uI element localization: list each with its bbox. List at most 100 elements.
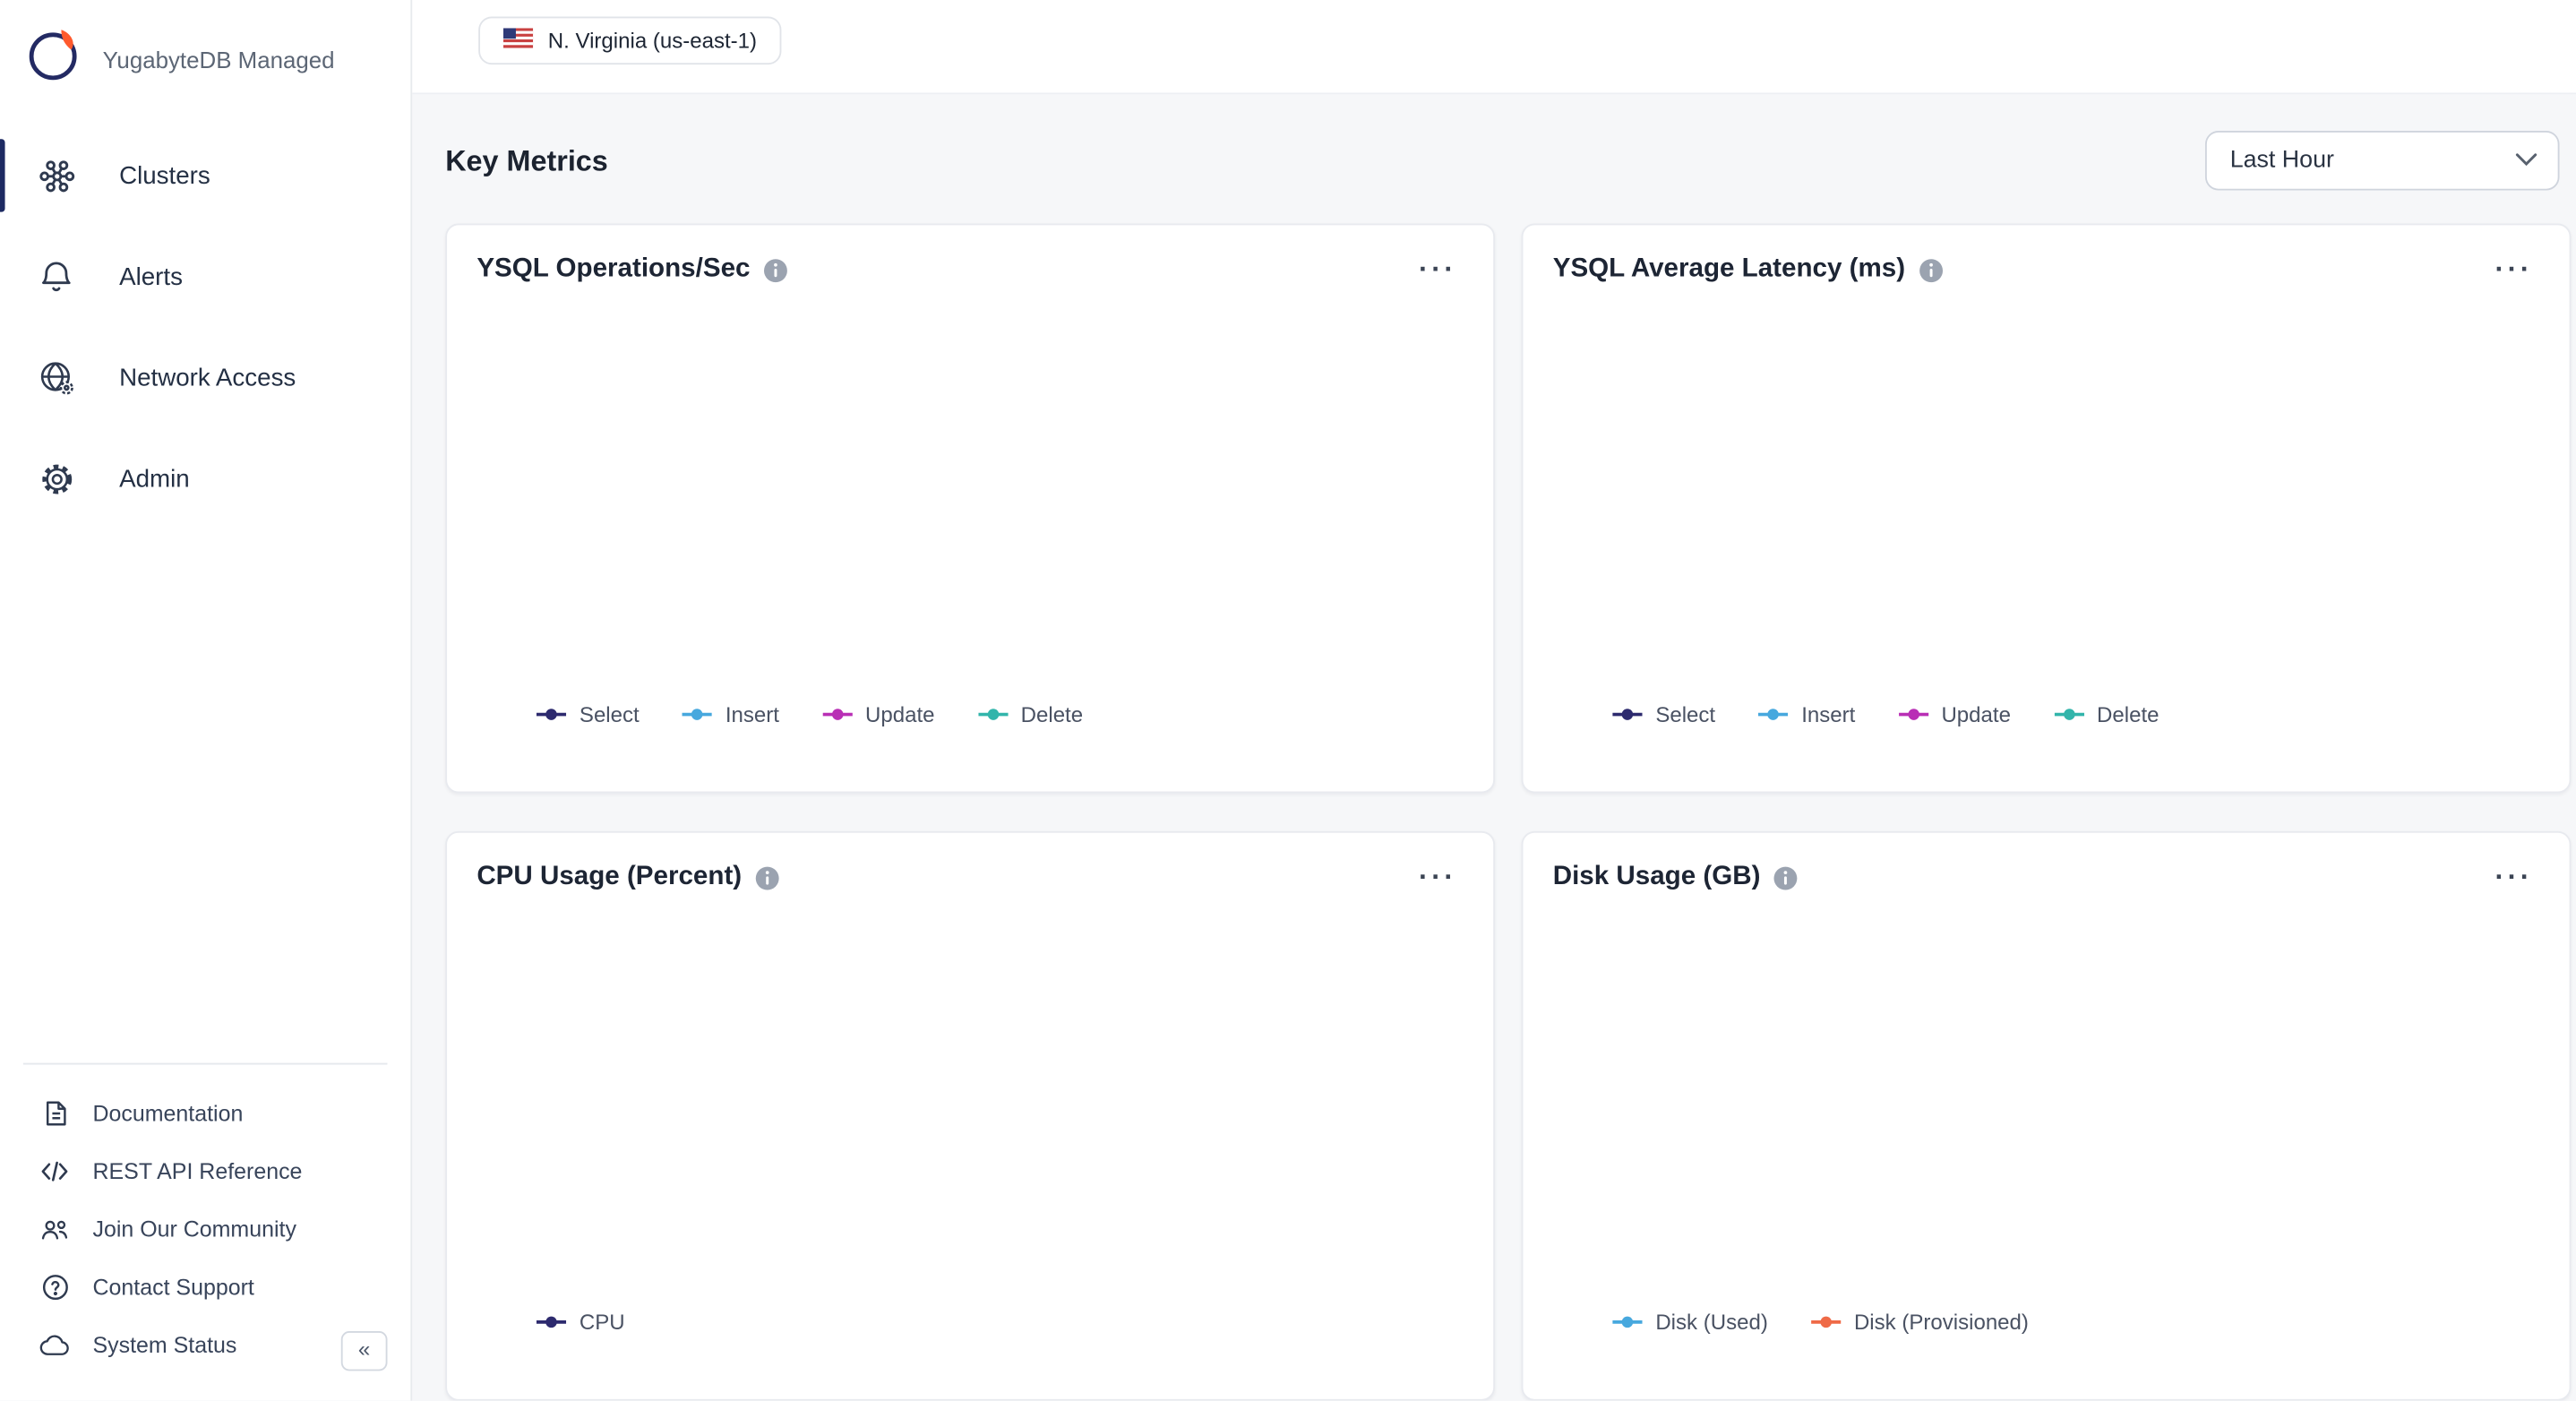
cloud-icon	[39, 1330, 69, 1360]
api-icon	[39, 1156, 69, 1186]
legend-marker-icon	[1898, 707, 1928, 722]
legend-label: Insert	[1801, 702, 1855, 727]
app-title: YugabyteDB Managed	[103, 46, 335, 73]
legend-item-select[interactable]: Select	[537, 702, 640, 727]
page-title: Key Metrics	[445, 143, 608, 178]
chevron-down-icon	[2515, 148, 2538, 175]
legend-item-disk-used[interactable]: Disk (Used)	[1612, 1310, 1768, 1335]
sidebar-collapse-button[interactable]: «	[341, 1331, 388, 1371]
footer-link-label: Documentation	[93, 1101, 244, 1126]
globe-gear-icon	[37, 357, 76, 397]
legend-item-delete[interactable]: Delete	[2054, 702, 2160, 727]
legend-item-delete[interactable]: Delete	[978, 702, 1084, 727]
content: Key Metrics Last Hour YSQL Operations/Se…	[412, 94, 2576, 1400]
metric-card-cpu-usage-percent: CPU Usage (Percent) 0123415:5416:0216:09…	[445, 831, 1495, 1401]
legend-marker-icon	[683, 707, 712, 722]
legend-item-cpu[interactable]: CPU	[537, 1310, 625, 1335]
footer-link-documentation[interactable]: Documentation	[0, 1085, 410, 1143]
legend-item-disk-provisioned[interactable]: Disk (Provisioned)	[1811, 1310, 2029, 1335]
sidebar-nav: Clusters Alerts Network Access Admin	[0, 129, 410, 533]
legend-marker-icon	[1758, 707, 1788, 722]
card-title: CPU Usage (Percent)	[477, 863, 742, 892]
legend-label: Insert	[726, 702, 779, 727]
footer-link-label: System Status	[93, 1333, 237, 1358]
chart-canvas	[477, 298, 1464, 683]
card-title: YSQL Operations/Sec	[477, 255, 750, 285]
card-menu-ellipsis-icon[interactable]: ···	[1413, 258, 1464, 281]
legend-item-select[interactable]: Select	[1612, 702, 1715, 727]
legend-marker-icon	[537, 1315, 566, 1330]
legend-label: Update	[865, 702, 934, 727]
footer-link-rest-api-reference[interactable]: REST API Reference	[0, 1142, 410, 1200]
legend-marker-icon	[1612, 707, 1642, 722]
metric-card-disk-usage-gb: Disk Usage (GB) 015030045060015:5416:021…	[1522, 831, 2572, 1401]
sidebar-item-label: Clusters	[119, 161, 210, 189]
chart-canvas	[477, 906, 1464, 1290]
sidebar-item-network-access[interactable]: Network Access	[0, 331, 410, 425]
card-header: YSQL Average Latency (ms) 0123415:5416:0…	[1553, 255, 2540, 285]
document-icon	[39, 1098, 69, 1128]
chart-legend: Select Insert Update Delete	[1553, 702, 2540, 727]
card-menu-ellipsis-icon[interactable]: ···	[1413, 866, 1464, 890]
info-icon[interactable]: 0123415:5416:0216:0916:1616:2416:3116:38…	[755, 865, 780, 890]
legend-label: Update	[1941, 702, 2010, 727]
app-logo[interactable]: YugabyteDB Managed	[0, 0, 410, 113]
chart-canvas	[1553, 906, 2540, 1290]
footer-link-label: Contact Support	[93, 1275, 254, 1300]
legend-marker-icon	[822, 707, 852, 722]
card-title: YSQL Average Latency (ms)	[1553, 255, 1905, 285]
info-icon[interactable]: 0123415:5416:0216:0916:1616:2416:3116:38…	[1919, 257, 1944, 282]
legend-item-update[interactable]: Update	[822, 702, 935, 727]
region-selector-chip[interactable]: N. Virginia (us-east-1)	[478, 16, 782, 64]
metric-cards-grid: YSQL Operations/Sec 030609012015:5416:02…	[445, 224, 2563, 1401]
card-menu-ellipsis-icon[interactable]: ···	[2488, 866, 2539, 890]
sidebar-item-label: Admin	[119, 464, 190, 492]
card-header: Disk Usage (GB) 015030045060015:5416:021…	[1553, 863, 2540, 892]
chart-legend: CPU	[477, 1310, 1464, 1335]
footer-link-join-our-community[interactable]: Join Our Community	[0, 1200, 410, 1259]
sidebar-item-alerts[interactable]: Alerts	[0, 230, 410, 323]
main-area: N. Virginia (us-east-1) Key Metrics Last…	[412, 0, 2576, 1401]
chart-legend: Select Insert Update Delete	[477, 702, 1464, 727]
legend-label: Delete	[1021, 702, 1083, 727]
time-range-select[interactable]: Last Hour	[2205, 131, 2560, 191]
region-chip-label: N. Virginia (us-east-1)	[548, 28, 757, 53]
footer-link-label: REST API Reference	[93, 1159, 303, 1184]
legend-marker-icon	[537, 707, 566, 722]
legend-item-insert[interactable]: Insert	[683, 702, 779, 727]
legend-item-insert[interactable]: Insert	[1758, 702, 1855, 727]
yugabytedb-logo-icon	[23, 25, 83, 93]
info-icon[interactable]: 030609012015:5416:0216:0916:1616:2416:31…	[763, 257, 788, 282]
sidebar-divider	[23, 1063, 388, 1065]
sidebar-item-label: Network Access	[119, 364, 296, 391]
card-header: YSQL Operations/Sec 030609012015:5416:02…	[477, 255, 1464, 285]
sidebar-item-admin[interactable]: Admin	[0, 432, 410, 525]
info-icon[interactable]: 015030045060015:5416:0216:0916:1616:2416…	[1773, 865, 1799, 890]
legend-label: Select	[580, 702, 640, 727]
card-header: CPU Usage (Percent) 0123415:5416:0216:09…	[477, 863, 1464, 892]
legend-label: Disk (Provisioned)	[1854, 1310, 2029, 1335]
legend-marker-icon	[2054, 707, 2083, 722]
time-range-value: Last Hour	[2230, 148, 2334, 175]
sidebar: YugabyteDB Managed Clusters Alerts Netwo…	[0, 0, 412, 1401]
legend-marker-icon	[1612, 1315, 1642, 1330]
us-flag-icon	[503, 28, 533, 53]
card-menu-ellipsis-icon[interactable]: ···	[2488, 258, 2539, 281]
sidebar-item-label: Alerts	[119, 262, 183, 290]
topbar: N. Virginia (us-east-1)	[412, 0, 2576, 94]
app-root: YugabyteDB Managed Clusters Alerts Netwo…	[0, 0, 2576, 1401]
help-circle-icon	[39, 1272, 69, 1302]
metric-card-ysql-operations-sec: YSQL Operations/Sec 030609012015:5416:02…	[445, 224, 1495, 794]
sidebar-spacer	[0, 533, 410, 1062]
legend-marker-icon	[978, 707, 1008, 722]
legend-marker-icon	[1811, 1315, 1841, 1330]
footer-link-label: Join Our Community	[93, 1217, 296, 1242]
clusters-icon	[37, 156, 76, 195]
community-icon	[39, 1215, 69, 1244]
legend-label: Delete	[2097, 702, 2159, 727]
legend-item-update[interactable]: Update	[1898, 702, 2011, 727]
sidebar-item-clusters[interactable]: Clusters	[0, 129, 410, 222]
footer-link-contact-support[interactable]: Contact Support	[0, 1259, 410, 1317]
sidebar-bottom-pad	[0, 1374, 410, 1401]
card-title: Disk Usage (GB)	[1553, 863, 1761, 892]
